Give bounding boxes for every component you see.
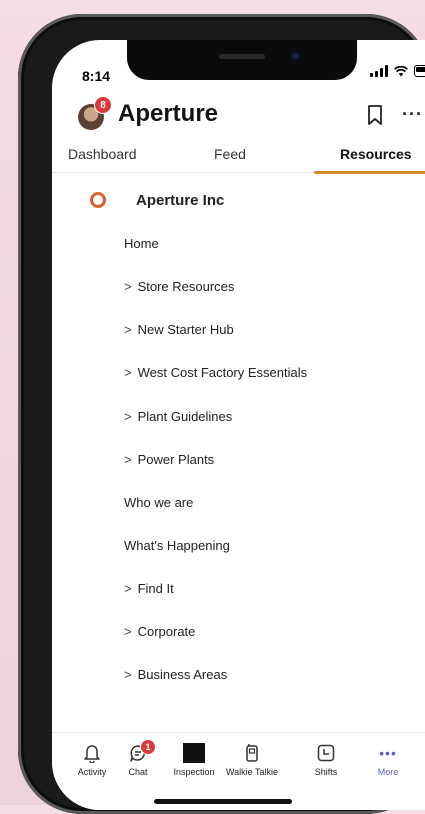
app-screen: 8:14 8 Aperture ··· Dashboard Feed Resou… (52, 40, 425, 810)
site-logo-icon (90, 192, 106, 208)
status-time: 8:14 (82, 68, 111, 84)
nav-item-west-cost-factory-essentials[interactable]: > West Cost Factory Essentials (124, 365, 307, 380)
active-tab-indicator (314, 171, 425, 174)
home-indicator[interactable] (154, 799, 292, 804)
chevron-right-icon: > (124, 452, 132, 467)
tab-resources[interactable]: Resources (340, 146, 412, 162)
tab-dashboard[interactable]: Dashboard (68, 146, 137, 162)
status-icons (370, 65, 425, 77)
bottom-tab-label: Chat (128, 767, 148, 777)
more-icon: ••• (379, 745, 397, 761)
nav-item-home[interactable]: Home (124, 236, 159, 251)
nav-item-corporate[interactable]: > Corporate (124, 624, 195, 639)
shifts-icon (317, 744, 335, 762)
bottom-tab-shifts[interactable]: Shifts (294, 743, 358, 777)
nav-item-label: Power Plants (137, 452, 215, 467)
nav-item-label: Find It (137, 581, 174, 596)
chat-notification-badge: 1 (140, 739, 156, 755)
nav-item-label: Business Areas (137, 667, 228, 682)
tab-bar: Dashboard Feed Resources (52, 140, 425, 174)
battery-icon (414, 65, 425, 77)
nav-item-label: What's Happening (124, 538, 230, 553)
more-options-button[interactable]: ··· (402, 104, 423, 125)
chevron-right-icon: > (124, 581, 132, 596)
chevron-right-icon: > (124, 667, 132, 682)
bottom-tab-more[interactable]: ••• More (356, 743, 420, 777)
camera (290, 51, 300, 61)
bookmark-icon[interactable] (366, 104, 384, 126)
nav-item-label: Store Resources (137, 279, 235, 294)
nav-item-new-starter-hub[interactable]: > New Starter Hub (124, 322, 234, 337)
chevron-right-icon: > (124, 279, 132, 294)
bottom-tab-inspection[interactable]: Inspection (162, 743, 226, 777)
site-header[interactable]: Aperture Inc (52, 184, 425, 214)
nav-item-label: New Starter Hub (137, 322, 234, 337)
avatar-notification-badge: 8 (94, 96, 112, 114)
nav-item-label: Corporate (137, 624, 196, 639)
site-name: Aperture Inc (136, 192, 225, 209)
chevron-right-icon: > (124, 365, 132, 380)
nav-item-label: Plant Guidelines (137, 409, 233, 424)
app-header: 8 Aperture ··· (52, 96, 425, 138)
signal-icon (370, 65, 388, 77)
bottom-tab-chat[interactable]: 1 Chat (106, 739, 170, 777)
nav-item-label: West Cost Factory Essentials (137, 365, 308, 380)
notch (127, 40, 357, 80)
bottom-tab-label: More (377, 767, 399, 777)
nav-item-store-resources[interactable]: > Store Resources (124, 279, 234, 294)
bottom-tab-walkie-talkie[interactable]: Walkie Talkie (220, 743, 284, 777)
bell-icon (84, 745, 100, 763)
tab-feed[interactable]: Feed (214, 146, 246, 162)
nav-item-label: Home (124, 236, 159, 251)
wifi-icon (394, 65, 408, 76)
bottom-tab-bar: Activity 1 Chat Inspection Walkie Talkie… (52, 732, 425, 810)
app-title: Aperture (118, 100, 219, 127)
nav-item-label: Who we are (124, 495, 194, 510)
nav-item-whats-happening[interactable]: What's Happening (124, 538, 230, 553)
nav-item-plant-guidelines[interactable]: > Plant Guidelines (124, 409, 232, 424)
bottom-tab-label: Inspection (173, 767, 215, 777)
speaker (219, 54, 265, 59)
nav-item-find-it[interactable]: > Find It (124, 581, 174, 596)
inspection-icon (183, 743, 205, 763)
nav-item-who-we-are[interactable]: Who we are (124, 495, 193, 510)
chevron-right-icon: > (124, 409, 132, 424)
bottom-tab-label: Shifts (314, 767, 338, 777)
chevron-right-icon: > (124, 322, 132, 337)
walkie-talkie-icon (246, 744, 258, 762)
nav-item-power-plants[interactable]: > Power Plants (124, 452, 214, 467)
bottom-tab-label: Walkie Talkie (225, 767, 279, 777)
phone-frame: 8:14 8 Aperture ··· Dashboard Feed Resou… (18, 14, 425, 814)
nav-item-business-areas[interactable]: > Business Areas (124, 667, 227, 682)
chevron-right-icon: > (124, 624, 132, 639)
